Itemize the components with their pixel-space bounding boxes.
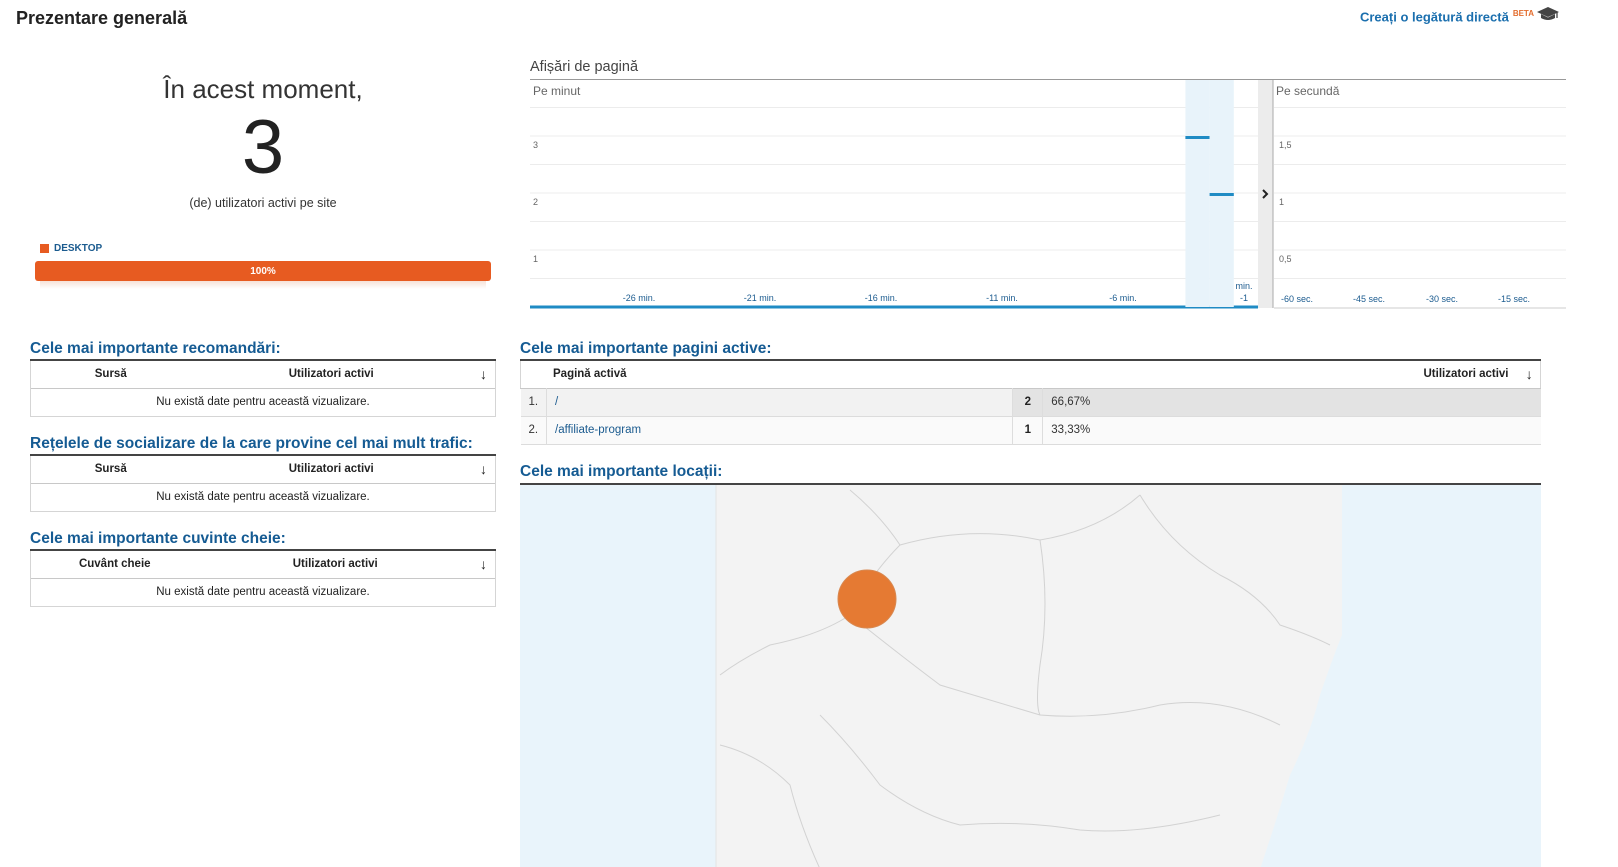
- table-header: Sursă Utilizatori activi ↓: [30, 360, 496, 388]
- pageviews-title: Afișări de pagină: [530, 59, 639, 75]
- bar: [1209, 193, 1234, 196]
- bar-highlight: [1185, 80, 1210, 307]
- empty-message: Nu există date pentru această vizualizar…: [30, 388, 496, 417]
- y-tick-label: 2: [533, 197, 538, 207]
- keywords-title: Cele mai importante cuvinte cheie:: [30, 530, 286, 547]
- referrals-title: Cele mai importante recomandări:: [30, 340, 281, 357]
- col-keyword[interactable]: Cuvânt cheie: [31, 550, 199, 578]
- y-tick-label: 1,5: [1279, 140, 1292, 150]
- per-minute-bars: [1185, 80, 1234, 307]
- col-active-page[interactable]: Pagină activă: [521, 360, 1013, 388]
- page-path-link[interactable]: /affiliate-program: [547, 416, 1013, 444]
- y-tick-label: 1: [1279, 197, 1284, 207]
- row-percent: 33,33%: [1051, 424, 1091, 436]
- desktop-share-fill: 100%: [35, 261, 491, 281]
- table-header: Sursă Utilizatori activi ↓: [30, 455, 496, 483]
- x-tick-label: -15 sec.: [1498, 294, 1530, 304]
- x-tick-label: -1: [1240, 293, 1248, 303]
- x-tick-label: -6 min.: [1109, 293, 1137, 303]
- col-source[interactable]: Sursă: [31, 360, 191, 388]
- beta-badge: BETA: [1512, 9, 1534, 18]
- active-pages-title: Cele mai importante pagini active:: [520, 340, 772, 357]
- x-tick-label: -16 min.: [865, 293, 898, 303]
- sort-arrow-icon[interactable]: ↓: [1519, 360, 1541, 388]
- per-second-grid: 0,5 1 1,5: [1274, 107, 1566, 309]
- table-row[interactable]: 1. / 2 66,67%: [520, 388, 1541, 416]
- x-tick-label: -30 sec.: [1426, 294, 1458, 304]
- social-title: Rețelele de socializare de la care provi…: [30, 435, 473, 452]
- direct-link-label[interactable]: Creați o legătură directă: [1360, 9, 1509, 24]
- per-second-label: Pe secundă: [1276, 84, 1340, 98]
- empty-message: Nu există date pentru această vizualizar…: [30, 578, 496, 607]
- y-tick-label: 1: [533, 254, 538, 264]
- x-tick-label: -11 min.: [986, 293, 1018, 303]
- map-canvas: [715, 485, 1342, 867]
- direct-link-button[interactable]: Creați o legătură directă BETA: [1360, 9, 1534, 24]
- graduation-cap-icon[interactable]: [1536, 5, 1560, 23]
- location-marker[interactable]: [837, 569, 897, 629]
- page-path-link[interactable]: /: [547, 388, 1013, 416]
- empty-message: Nu există date pentru această vizualizar…: [30, 483, 496, 512]
- row-percent: 66,67%: [1042, 388, 1541, 416]
- country-land: [716, 485, 1342, 867]
- bar: [1185, 136, 1210, 139]
- page-title: Prezentare generală: [16, 8, 188, 28]
- col-source[interactable]: Sursă: [31, 455, 191, 483]
- col-active-users[interactable]: Utilizatori activi: [1013, 360, 1519, 388]
- device-legend: DESKTOP: [40, 243, 102, 254]
- desktop-legend-label: DESKTOP: [54, 243, 103, 254]
- keywords-table: Cuvânt cheie Utilizatori activi ↓ Nu exi…: [30, 549, 496, 607]
- device-bar-shadow: [40, 281, 486, 289]
- active-users-subtitle: (de) utilizatori activi pe site: [189, 196, 337, 210]
- table-row[interactable]: 2. /affiliate-program 1 33,33%: [520, 416, 1541, 444]
- x-tick-label: -60 sec.: [1281, 294, 1313, 304]
- x-tick-label: min.: [1235, 281, 1252, 291]
- active-users-count: 3: [241, 105, 285, 190]
- y-tick-label: 3: [533, 140, 538, 150]
- sort-arrow-icon[interactable]: ↓: [472, 360, 496, 388]
- x-tick-label: -21 min.: [744, 293, 777, 303]
- row-count: 2: [1012, 388, 1044, 416]
- x-tick-label: -26 min.: [623, 293, 656, 303]
- social-table: Sursă Utilizatori activi ↓ Nu există dat…: [30, 454, 496, 512]
- realtime-intro: În acest moment,: [163, 74, 363, 104]
- referrals-table: Sursă Utilizatori activi ↓ Nu există dat…: [30, 359, 496, 417]
- row-count: 1: [1012, 416, 1044, 444]
- per-minute-label: Pe minut: [533, 84, 581, 98]
- pageviews-chart: 1 2 3 0,5 1 1,5 Pe minut Pe secundă -26 min.…: [530, 80, 1566, 309]
- table-header: Pagină activă Utilizatori activi ↓: [520, 360, 1541, 388]
- per-second-labels: -60 sec. -45 sec. -30 sec. -15 sec.: [1281, 294, 1530, 304]
- y-tick-label: 0,5: [1279, 254, 1292, 264]
- desktop-legend-swatch: [40, 244, 49, 253]
- active-pages-table: Pagină activă Utilizatori activi ↓ 1. / …: [520, 359, 1541, 445]
- row-index: 1.: [520, 388, 547, 416]
- sort-arrow-icon[interactable]: ↓: [472, 550, 496, 578]
- device-share-bar: 100%: [35, 261, 491, 281]
- x-tick-label: -45 sec.: [1353, 294, 1385, 304]
- col-active-users[interactable]: Utilizatori activi: [191, 455, 473, 483]
- table-header: Cuvânt cheie Utilizatori activi ↓: [30, 550, 496, 578]
- per-minute-labels: -26 min. -21 min. -16 min. -11 min. -6 min. m…: [623, 281, 1253, 303]
- per-minute-grid: 1 2 3: [530, 107, 1258, 309]
- locations-title: Cele mai importante locații:: [520, 463, 723, 480]
- chart-divider: [1258, 80, 1273, 308]
- locations-map[interactable]: [520, 483, 1541, 867]
- col-active-users[interactable]: Utilizatori activi: [191, 360, 473, 388]
- row-index: 2.: [520, 416, 547, 444]
- sort-arrow-icon[interactable]: ↓: [472, 455, 496, 483]
- col-active-users[interactable]: Utilizatori activi: [199, 550, 473, 578]
